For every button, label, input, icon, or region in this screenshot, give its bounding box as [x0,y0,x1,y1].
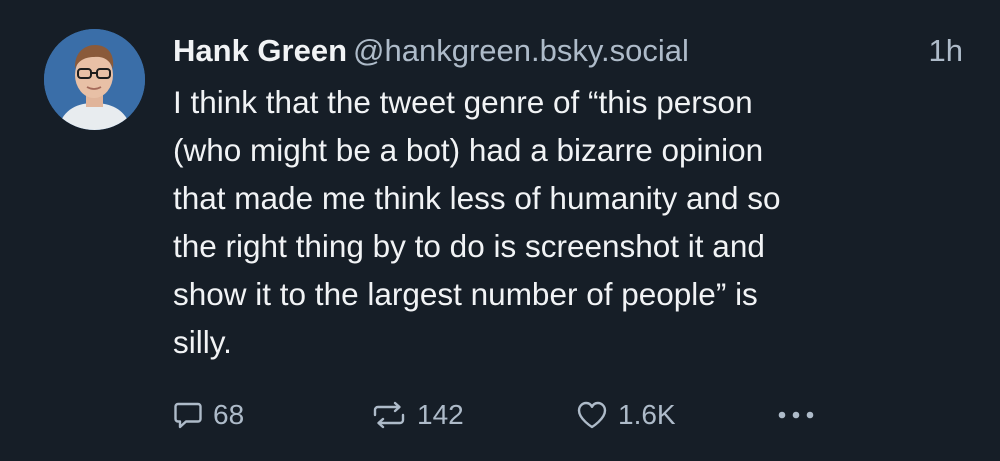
like-count: 1.6K [618,399,676,430]
repost-button[interactable]: 142 [371,392,464,438]
avatar[interactable] [44,29,145,130]
repost-arrows-icon [373,401,405,429]
post-text: I think that the tweet genre of “this pe… [173,84,781,360]
repost-count: 142 [417,399,464,430]
more-options-button[interactable] [774,392,818,438]
author-display-name[interactable]: Hank Green [173,33,347,68]
post-actions: 68 142 1.6K [173,392,973,438]
like-button[interactable]: 1.6K [576,392,676,438]
post-content: Hank Green @hankgreen.bsky.social 1h I th… [173,26,973,366]
avatar-photo [44,29,145,130]
ellipsis-icon [778,411,814,419]
reply-count: 68 [213,399,245,430]
heart-outline-icon [577,401,607,429]
speech-bubble-icon [174,402,202,429]
post-timestamp[interactable]: 1h [929,26,963,76]
post-card[interactable]: Hank Green @hankgreen.bsky.social 1h I th… [0,0,1000,461]
author-handle[interactable]: @hankgreen.bsky.social [353,33,689,68]
post-header: Hank Green @hankgreen.bsky.social 1h [173,26,973,76]
reply-button[interactable]: 68 [173,392,244,438]
